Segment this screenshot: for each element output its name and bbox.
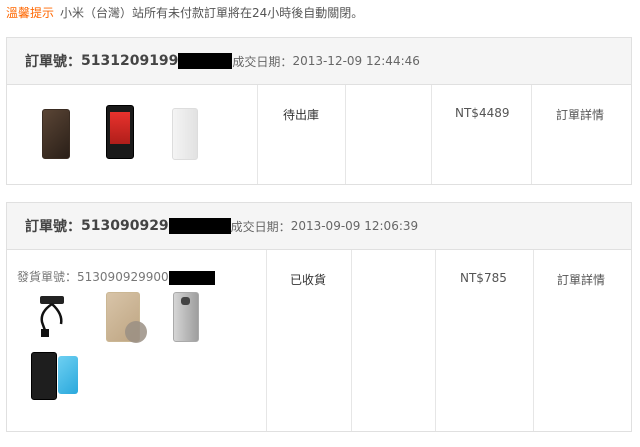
order-number: 513090929 bbox=[81, 218, 169, 234]
notice-text: 小米（台灣）站所有未付款訂單將在24小時後自動關閉。 bbox=[60, 6, 364, 20]
order-date-label: 成交日期： bbox=[230, 219, 291, 234]
redaction-bar bbox=[168, 218, 231, 234]
redaction-bar bbox=[168, 270, 215, 285]
column-divider bbox=[351, 250, 352, 431]
brown-phone-case-image[interactable] bbox=[42, 109, 70, 159]
black-power-bank-image[interactable] bbox=[31, 352, 57, 400]
blue-power-bank-image[interactable] bbox=[58, 356, 78, 394]
order-date: 2013-09-09 12:06:39 bbox=[290, 219, 419, 233]
screen-protector-image[interactable] bbox=[106, 292, 147, 343]
order-price: NT$785 bbox=[460, 271, 507, 285]
order-card: 訂單號： 513090929 成交日期： 2013-09-09 12:06:39… bbox=[6, 202, 632, 432]
order-body: 待出庫 NT$4489 訂單詳情 bbox=[7, 85, 631, 184]
red-smartphone-image[interactable] bbox=[106, 105, 134, 159]
shipment-label: 發貨單號： bbox=[17, 270, 78, 284]
order-price: NT$4489 bbox=[455, 106, 510, 120]
column-divider bbox=[257, 85, 258, 184]
column-divider bbox=[345, 85, 346, 184]
order-status: 已收貨 bbox=[290, 273, 327, 287]
column-divider bbox=[533, 250, 534, 431]
order-date: 2013-12-09 12:44:46 bbox=[292, 54, 420, 68]
otg-cable-image[interactable] bbox=[35, 294, 71, 338]
order-header: 訂單號： 5131209199 成交日期： 2013-12-09 12:44:4… bbox=[7, 38, 631, 85]
redaction-bar bbox=[178, 53, 233, 69]
order-detail-link[interactable]: 訂單詳情 bbox=[556, 106, 604, 123]
shipment-number: 發貨單號：513090929900 bbox=[17, 268, 215, 285]
clear-phone-case-image[interactable] bbox=[173, 292, 199, 342]
order-number: 5131209199 bbox=[81, 53, 179, 69]
order-detail-link[interactable]: 訂單詳情 bbox=[557, 271, 605, 288]
column-divider bbox=[531, 85, 532, 184]
order-card: 訂單號： 5131209199 成交日期： 2013-12-09 12:44:4… bbox=[6, 37, 632, 185]
order-header: 訂單號： 513090929 成交日期： 2013-09-09 12:06:39 bbox=[7, 203, 631, 250]
order-body: 發貨單號：513090929900 已收貨 NT$785 訂單詳情 bbox=[7, 250, 631, 431]
white-phone-case-image[interactable] bbox=[172, 108, 198, 160]
notice-bar: 溫馨提示 小米（台灣）站所有未付款訂單將在24小時後自動關閉。 bbox=[6, 4, 363, 21]
order-number-label: 訂單號： bbox=[25, 219, 81, 235]
order-number-label: 訂單號： bbox=[25, 54, 81, 70]
column-divider bbox=[266, 250, 267, 431]
order-date-label: 成交日期： bbox=[232, 54, 293, 69]
notice-label: 溫馨提示 bbox=[6, 6, 55, 20]
shipment-value: 513090929900 bbox=[77, 270, 169, 284]
column-divider bbox=[435, 250, 436, 431]
order-status: 待出庫 bbox=[283, 108, 320, 122]
column-divider bbox=[431, 85, 432, 184]
